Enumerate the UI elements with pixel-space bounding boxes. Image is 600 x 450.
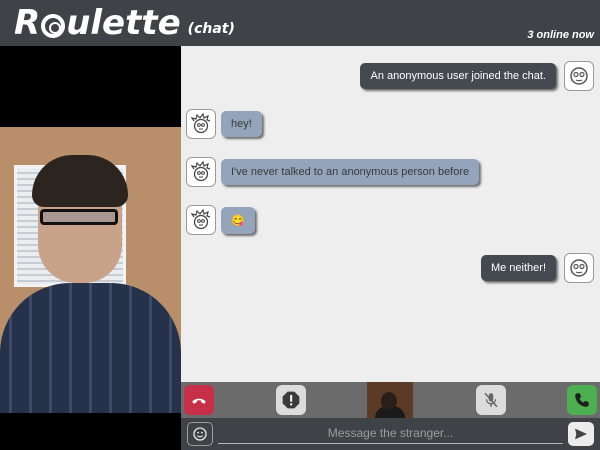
chat-message: hey! — [186, 109, 262, 139]
avatar — [186, 109, 216, 139]
avatar — [186, 205, 216, 235]
logo-text: ulette — [66, 3, 181, 43]
person-glasses — [40, 209, 118, 225]
message-bubble: 😋 — [221, 206, 255, 234]
mic-off-icon — [484, 392, 498, 408]
report-button[interactable] — [276, 385, 306, 415]
logo-letter-r: R — [14, 3, 41, 43]
self-video-preview[interactable] — [367, 382, 413, 418]
app-header: R ulette (chat) 3 online now — [0, 0, 600, 46]
user-avatar-icon — [570, 67, 588, 85]
stranger-video — [0, 127, 181, 413]
avatar — [186, 157, 216, 187]
phone-hangup-icon — [192, 398, 206, 404]
message-input[interactable] — [218, 422, 563, 444]
smiley-icon — [193, 427, 207, 441]
message-bubble: Me neither! — [480, 255, 556, 281]
person-shirt — [0, 283, 181, 413]
online-count: 3 online now — [527, 29, 594, 41]
message-bar — [181, 418, 600, 450]
send-button[interactable] — [568, 422, 594, 446]
message-bubble: An anonymous user joined the chat. — [360, 63, 556, 89]
end-call-button[interactable] — [184, 385, 214, 415]
user-avatar-icon — [570, 259, 588, 277]
message-bubble: hey! — [221, 111, 262, 137]
exclamation-icon — [282, 391, 300, 409]
chat-message: 😋 — [186, 205, 255, 235]
message-bubble: I've never talked to an anonymous person… — [221, 159, 480, 185]
logo-camera-icon — [41, 14, 66, 38]
send-arrow-icon — [575, 428, 587, 440]
stranger-avatar-icon — [190, 112, 211, 134]
app-logo[interactable]: R ulette (chat) — [14, 1, 235, 45]
stranger-avatar-icon — [190, 208, 211, 230]
avatar — [564, 253, 594, 283]
person-hair — [32, 155, 128, 207]
self-head — [381, 392, 397, 410]
mute-mic-button[interactable] — [476, 385, 506, 415]
phone-icon — [575, 393, 589, 407]
stranger-avatar-icon — [190, 160, 211, 182]
call-button[interactable] — [567, 385, 597, 415]
video-panel — [0, 46, 181, 450]
chat-message: Me neither! — [480, 253, 594, 283]
chat-message: An anonymous user joined the chat. — [360, 61, 594, 91]
avatar — [564, 61, 594, 91]
call-controls — [181, 382, 600, 418]
chat-messages[interactable]: An anonymous user joined the chat. hey! — [181, 46, 600, 382]
emoji-button[interactable] — [187, 422, 213, 446]
chat-message: I've never talked to an anonymous person… — [186, 157, 480, 187]
logo-subtitle: (chat) — [187, 21, 235, 37]
